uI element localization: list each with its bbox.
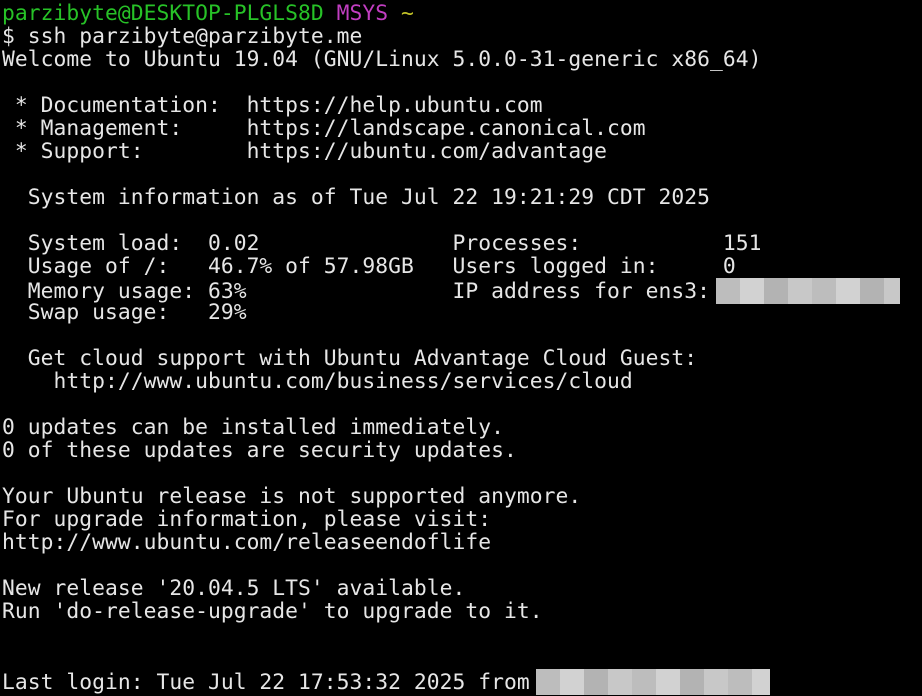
last-login-text: Last login: Tue Jul 22 17:53:32 2025 fro… <box>2 670 530 695</box>
redacted-login-host <box>535 669 770 695</box>
shell-prompt: parzibyte@DESKTOP-PLGLS8D MSYS ~ <box>2 2 414 25</box>
prompt-cwd: ~ <box>401 1 414 26</box>
cloud-support-text: Get cloud support with Ubuntu Advantage … <box>2 346 698 371</box>
upgrade-info-line: For upgrade information, please visit: <box>2 507 492 532</box>
sysinfo-header: System information as of Tue Jul 22 19:2… <box>2 185 710 210</box>
upgrade-command-line: Run 'do-release-upgrade' to upgrade to i… <box>2 599 543 624</box>
welcome-message: Welcome to Ubuntu 19.04 (GNU/Linux 5.0.0… <box>2 47 762 72</box>
sysinfo-row: Usage of /: 46.7% of 57.98GB Users logge… <box>2 254 736 279</box>
sysinfo-row: Memory usage: 63% IP address for ens3: <box>2 278 900 304</box>
help-link-documentation: * Documentation: https://help.ubuntu.com <box>2 93 543 118</box>
help-link-management: * Management: https://landscape.canonica… <box>2 116 646 141</box>
redacted-ip-address <box>715 278 900 304</box>
prompt-user-host: parzibyte@DESKTOP-PLGLS8D <box>2 1 324 26</box>
terminal-window[interactable]: parzibyte@DESKTOP-PLGLS8D MSYS ~ $ ssh p… <box>0 0 922 696</box>
prompt-env: MSYS <box>336 1 389 26</box>
security-updates-line: 0 of these updates are security updates. <box>2 438 517 463</box>
help-link-support: * Support: https://ubuntu.com/advantage <box>2 139 607 164</box>
updates-line: 0 updates can be installed immediately. <box>2 415 505 440</box>
release-unsupported-line: Your Ubuntu release is not supported any… <box>2 484 582 509</box>
typed-command: ssh parzibyte@parzibyte.me <box>27 24 363 49</box>
last-login-line: Last login: Tue Jul 22 17:53:32 2025 fro… <box>2 669 770 695</box>
new-release-line: New release '20.04.5 LTS' available. <box>2 576 466 601</box>
cloud-support-link: http://www.ubuntu.com/business/services/… <box>2 369 633 394</box>
release-eol-link: http://www.ubuntu.com/releaseendoflife <box>2 530 492 555</box>
sysinfo-row: Swap usage: 29% <box>2 300 247 325</box>
sysinfo-row: System load: 0.02 Processes: 151 <box>2 231 762 256</box>
prompt-symbol: $ <box>2 24 15 49</box>
command-line: $ ssh parzibyte@parzibyte.me <box>2 25 362 48</box>
